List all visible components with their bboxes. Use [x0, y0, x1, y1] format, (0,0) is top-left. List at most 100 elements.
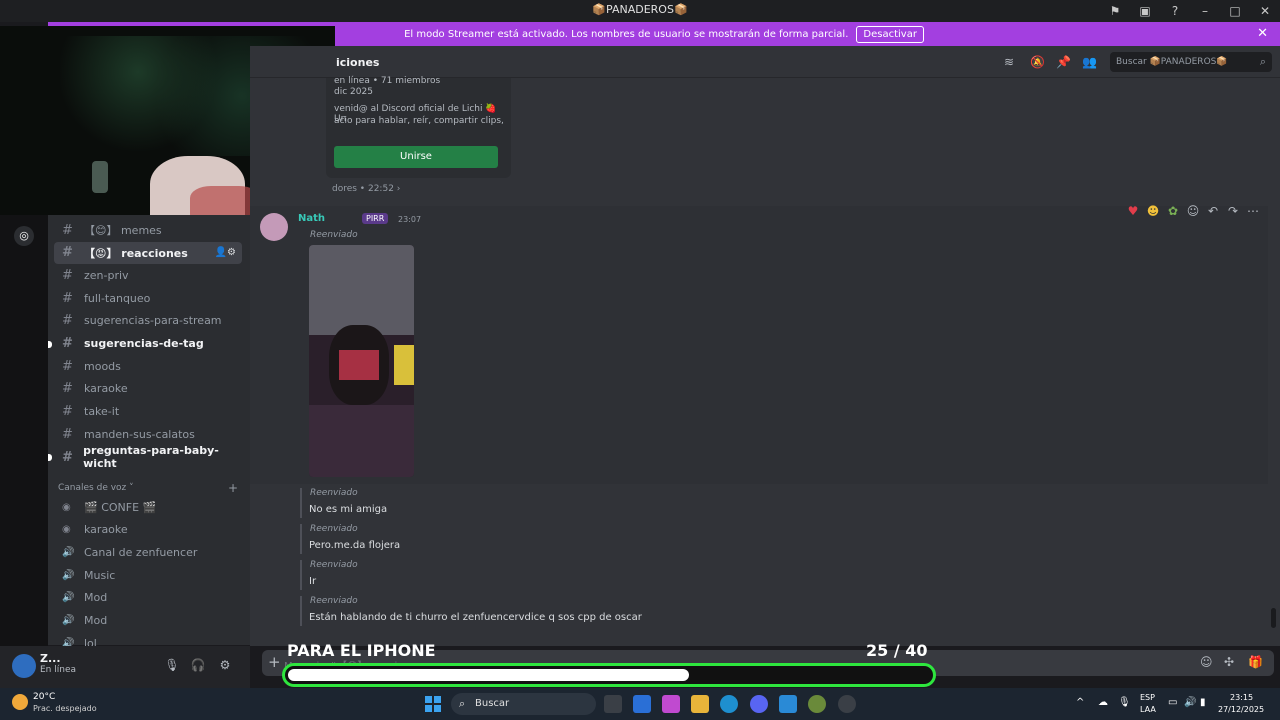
clock-time[interactable]: 23:15: [1230, 693, 1253, 702]
voice-channel-label: Mod: [84, 614, 108, 627]
sidebar-channel-item[interactable]: # zen-priv: [54, 264, 242, 286]
battery-icon[interactable]: ▮: [1200, 697, 1206, 708]
emoji-icon[interactable]: ☺: [1200, 655, 1213, 669]
members-icon[interactable]: 👥: [1082, 55, 1097, 69]
task-view-icon[interactable]: [604, 695, 622, 713]
voice-channel-item[interactable]: 🔊 Canal de zenfuencer: [54, 541, 242, 563]
channel-label: preguntas-para-baby-wicht: [83, 444, 219, 470]
sidebar-channel-item[interactable]: # sugerencias-para-stream: [54, 310, 242, 332]
threads-icon[interactable]: ≋: [1004, 55, 1014, 69]
avatar[interactable]: [12, 654, 36, 678]
author-avatar[interactable]: [260, 213, 288, 241]
sidebar-channel-item[interactable]: # 【😡】 reacciones 👤⚙: [54, 241, 242, 264]
settings-gear-icon[interactable]: ⚙: [217, 658, 233, 672]
chat-area: en línea • 71 miembros dic 2025 venid@ a…: [250, 76, 1280, 646]
add-channel-icon[interactable]: +: [228, 481, 238, 495]
close-icon[interactable]: ✕: [1257, 26, 1268, 41]
gift-icon[interactable]: 🎁: [1248, 655, 1263, 669]
headphones-icon[interactable]: 🎧: [190, 658, 206, 672]
sidebar-channel-item[interactable]: # karaoke: [54, 378, 242, 400]
discover-icon[interactable]: ◎: [14, 226, 34, 246]
chat-scrollbar[interactable]: [1271, 608, 1276, 628]
volume-icon[interactable]: 🔊: [1184, 697, 1196, 708]
disable-streamer-button[interactable]: Desactivar: [856, 25, 924, 43]
message-timestamp: 23:07: [398, 215, 422, 224]
file-explorer-icon[interactable]: [691, 695, 709, 713]
mute-bell-icon[interactable]: 🔕: [1030, 55, 1045, 69]
maximize-button[interactable]: □: [1220, 4, 1250, 18]
voice-channel-label: karaoke: [84, 523, 128, 537]
voice-channel-item[interactable]: 🔊 Music: [54, 564, 242, 586]
voice-channel-item[interactable]: 🔊 Mod: [54, 610, 242, 632]
laugh-reaction-icon[interactable]: ☻: [1146, 204, 1160, 220]
forward-quote-bar: [300, 560, 302, 590]
lang-code-1[interactable]: ESP: [1140, 693, 1155, 702]
channel-label: sugerencias-de-tag: [84, 337, 204, 350]
channel-title: iciones: [336, 56, 380, 69]
microphone-icon[interactable]: 🎙: [164, 658, 180, 672]
apps-icon[interactable]: ✣: [1224, 655, 1234, 669]
pin-icon[interactable]: 📌: [1056, 55, 1071, 69]
add-reaction-icon[interactable]: ☺: [1186, 204, 1200, 220]
stage-icon: ◉: [62, 524, 71, 536]
network-cloud-icon[interactable]: ☁: [1098, 697, 1108, 708]
window-title: 📦PANADEROS📦: [592, 3, 688, 16]
voice-category[interactable]: Canales de voz ˅ +: [58, 481, 238, 495]
app-icon[interactable]: [779, 695, 797, 713]
app-green-icon[interactable]: [808, 695, 826, 713]
more-icon[interactable]: ⋯: [1246, 204, 1260, 220]
window-titlebar: 📦PANADEROS📦 ⚑ ▣ ? – □ ✕: [0, 0, 1280, 22]
weather-desc: Prac. despejado: [33, 704, 97, 713]
forwarded-video-thumbnail[interactable]: [309, 245, 414, 477]
close-window-button[interactable]: ✕: [1250, 4, 1280, 18]
sidebar-channel-item[interactable]: # sugerencias-de-tag: [48, 333, 242, 355]
sidebar-channel-item[interactable]: # 【😊】 memes: [54, 219, 242, 241]
system-tray: ^ ☁ 🎙 ESP LAA ▭ 🔊 ▮ 23:15 27/12/2025: [1072, 688, 1272, 720]
sidebar-channel-item[interactable]: # manden-sus-calatos: [54, 423, 242, 445]
clock-date[interactable]: 27/12/2025: [1218, 705, 1264, 714]
sticker-reaction-icon[interactable]: ✿: [1166, 204, 1180, 220]
chevron-up-icon[interactable]: ^: [1076, 697, 1084, 708]
minimize-button[interactable]: –: [1190, 4, 1220, 18]
sidebar-channel-item[interactable]: # preguntas-para-baby-wicht: [48, 444, 242, 470]
heart-reaction-icon[interactable]: ♥: [1126, 204, 1140, 220]
speaker-icon: 🔊: [62, 546, 75, 558]
flag-icon[interactable]: ⚑: [1100, 4, 1130, 18]
message-author[interactable]: Nath: [298, 213, 325, 224]
channel-settings-icon[interactable]: 👤⚙: [215, 247, 236, 258]
help-icon[interactable]: ?: [1160, 4, 1190, 18]
hash-icon: #: [62, 290, 73, 306]
invite-date: dic 2025: [334, 87, 373, 97]
copilot-icon[interactable]: [662, 695, 680, 713]
sidebar-channel-item[interactable]: # take-it: [54, 401, 242, 423]
start-button[interactable]: [425, 696, 441, 712]
forward-quote-bar: [300, 596, 302, 626]
channel-sidebar: # 【😊】 memes # 【😡】 reacciones 👤⚙ # zen-priv # ful…: [48, 215, 250, 650]
forwarded-label: Reenviado: [310, 488, 358, 498]
voice-channel-item[interactable]: ◉ 🎬 CONFE 🎬: [54, 496, 242, 518]
inbox-icon[interactable]: ▣: [1130, 4, 1160, 18]
voice-channel-label: 🎬 CONFE 🎬: [84, 500, 157, 514]
mic-tray-icon[interactable]: 🎙: [1118, 697, 1131, 708]
store-icon[interactable]: [633, 695, 651, 713]
display-icon[interactable]: ▭: [1168, 697, 1177, 708]
obs-icon[interactable]: [838, 695, 856, 713]
forwarded-label: Reenviado: [310, 560, 358, 570]
channel-label: full-tanqueo: [84, 291, 151, 305]
discord-icon[interactable]: [750, 695, 768, 713]
sidebar-channel-item[interactable]: # moods: [54, 355, 242, 377]
taskbar-search[interactable]: ⌕ Buscar: [451, 693, 596, 715]
forwarded-label: Reenviado: [310, 230, 358, 240]
reply-icon[interactable]: ↶: [1206, 204, 1220, 220]
join-button[interactable]: Unirse: [334, 146, 498, 168]
voice-channel-item[interactable]: ◉ karaoke: [54, 519, 242, 541]
forward-icon[interactable]: ↷: [1226, 204, 1240, 220]
sidebar-channel-item[interactable]: # full-tanqueo: [54, 287, 242, 309]
attach-plus-icon[interactable]: +: [268, 653, 281, 671]
user-panel: Z... En línea 🎙 🎧 ⚙: [0, 646, 250, 688]
hash-icon: #: [62, 404, 73, 420]
voice-channel-item[interactable]: 🔊 Mod: [54, 587, 242, 609]
lang-code-2[interactable]: LAA: [1140, 705, 1156, 714]
edge-icon[interactable]: [720, 695, 738, 713]
search-input[interactable]: Buscar 📦PANADEROS📦 ⌕: [1110, 52, 1272, 72]
